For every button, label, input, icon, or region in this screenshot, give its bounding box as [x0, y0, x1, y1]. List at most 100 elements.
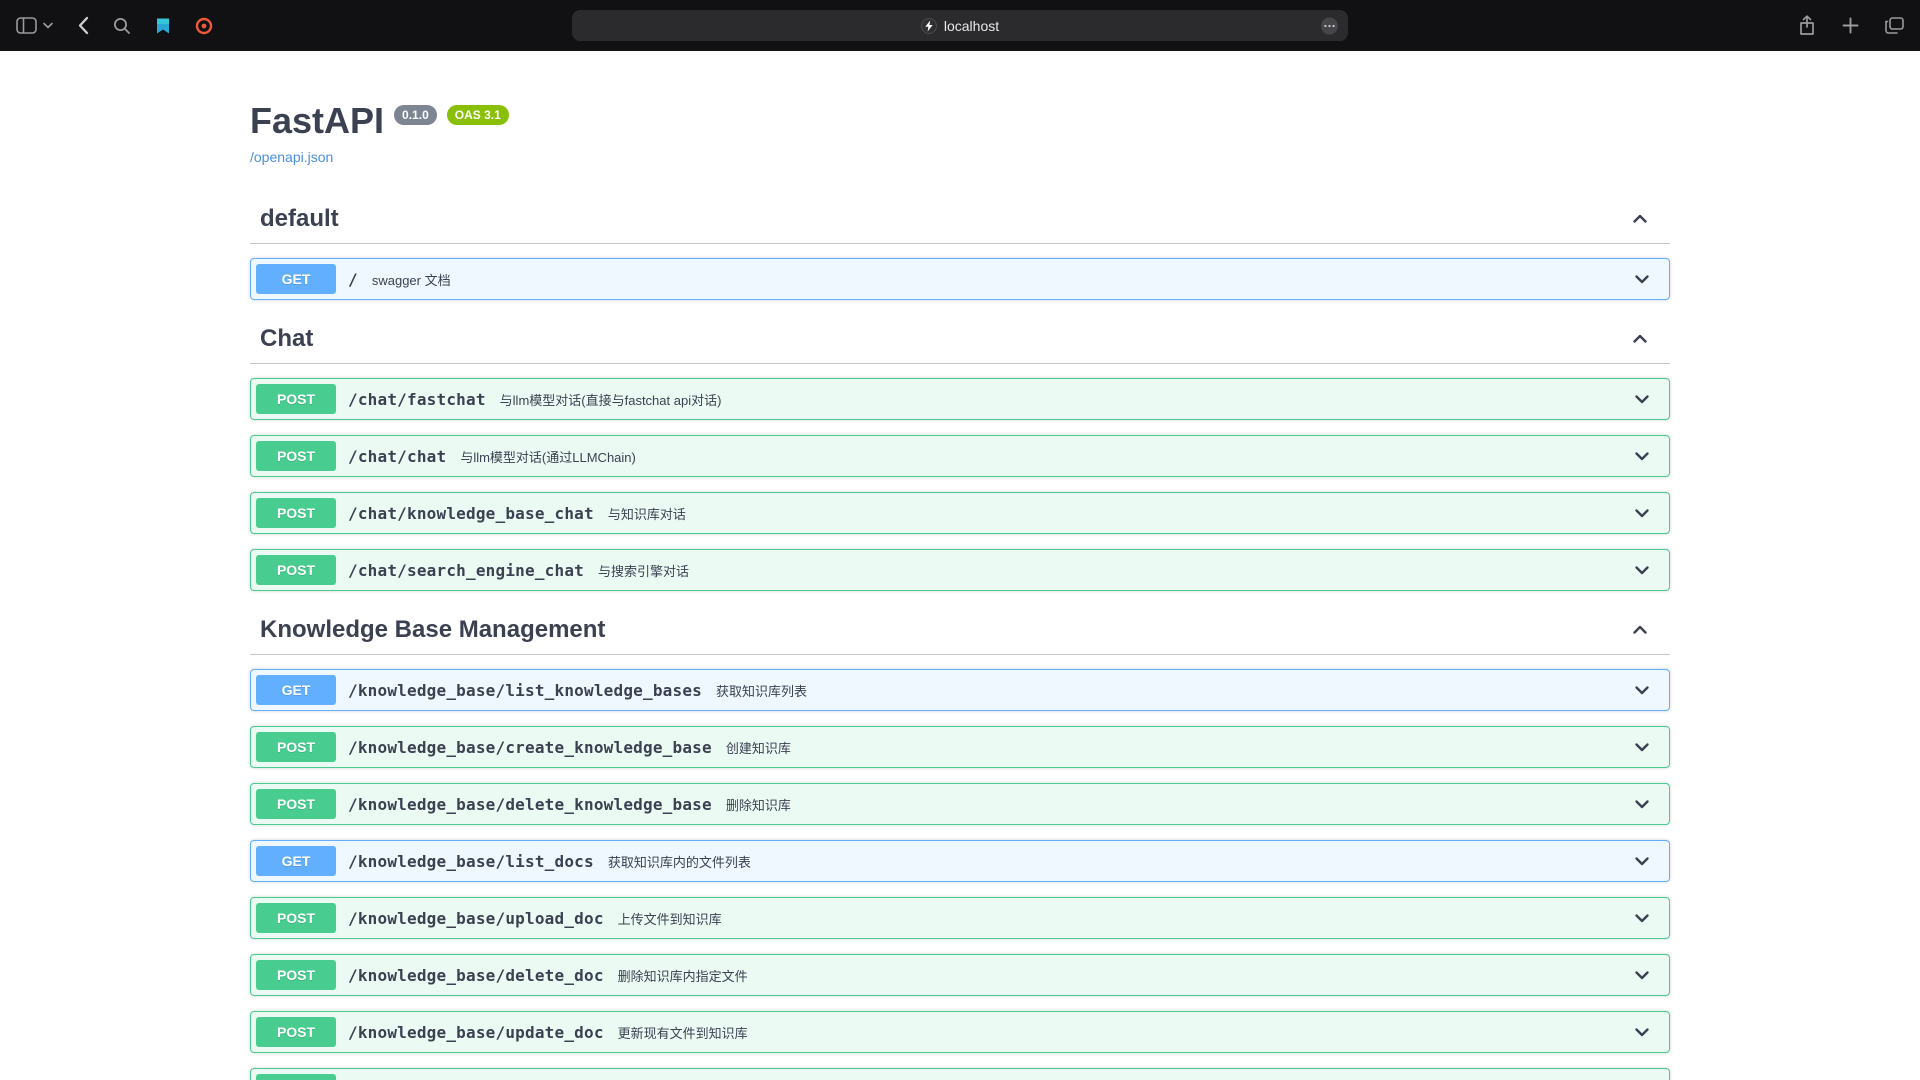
endpoint-row[interactable]: POST /knowledge_base/delete_doc 删除知识库内指定…	[250, 954, 1670, 996]
share-icon	[1798, 15, 1816, 36]
browser-toolbar: localhost	[0, 0, 1920, 51]
endpoint-row[interactable]: GET /knowledge_base/list_knowledge_bases…	[250, 669, 1670, 711]
method-badge: POST	[256, 960, 336, 990]
endpoint-description: 获取知识库列表	[712, 681, 1632, 700]
share-button[interactable]	[1798, 15, 1816, 36]
tab-overview-button[interactable]	[1885, 17, 1904, 34]
endpoint-path: /knowledge_base/delete_knowledge_base	[336, 795, 722, 814]
expand-chevron-down-icon[interactable]	[1632, 965, 1652, 985]
method-badge: POST	[256, 903, 336, 933]
method-badge: POST	[256, 1074, 336, 1080]
endpoint-description: 与llm模型对话(直接与fastchat api对话)	[496, 390, 1632, 409]
sidebar-menu-button[interactable]	[43, 22, 53, 29]
api-section: default GET / swagger 文档	[250, 195, 1670, 300]
method-badge: POST	[256, 789, 336, 819]
page-settings-button[interactable]	[1320, 16, 1339, 35]
endpoint-row[interactable]: POST /knowledge_base/create_knowledge_ba…	[250, 726, 1670, 768]
endpoint-row[interactable]: POST /chat/chat 与llm模型对话(通过LLMChain)	[250, 435, 1670, 477]
search-icon	[113, 17, 131, 35]
expand-chevron-down-icon[interactable]	[1632, 389, 1652, 409]
expand-chevron-down-icon[interactable]	[1632, 851, 1652, 871]
endpoint-path: /chat/chat	[336, 447, 456, 466]
endpoint-description: 删除知识库内指定文件	[614, 966, 1632, 985]
method-badge: GET	[256, 675, 336, 705]
expand-chevron-down-icon[interactable]	[1632, 269, 1652, 289]
method-badge: POST	[256, 384, 336, 414]
version-badge: 0.1.0	[394, 105, 437, 125]
extension-blue-icon	[155, 17, 171, 35]
extension-orange-icon	[195, 17, 213, 35]
expand-chevron-down-icon[interactable]	[1632, 1022, 1652, 1042]
sidebar-toggle-button[interactable]	[16, 17, 37, 34]
site-favicon	[921, 18, 937, 34]
oas-badge: OAS 3.1	[447, 105, 509, 125]
section-header[interactable]: Knowledge Base Management	[250, 606, 1670, 655]
expand-chevron-down-icon[interactable]	[1632, 737, 1652, 757]
method-badge: GET	[256, 264, 336, 294]
openapi-json-link[interactable]: /openapi.json	[250, 149, 333, 165]
endpoint-description: 与搜索引擎对话	[594, 561, 1632, 580]
endpoint-path: /knowledge_base/delete_doc	[336, 966, 614, 985]
endpoint-path: /knowledge_base/create_knowledge_base	[336, 738, 722, 757]
expand-chevron-down-icon[interactable]	[1632, 446, 1652, 466]
endpoint-path: /chat/fastchat	[336, 390, 496, 409]
endpoint-row[interactable]: POST /knowledge_base/update_doc 更新现有文件到知…	[250, 1011, 1670, 1053]
swagger-page: FastAPI 0.1.0 OAS 3.1 /openapi.json defa…	[0, 51, 1920, 1080]
expand-chevron-down-icon[interactable]	[1632, 503, 1652, 523]
section-header[interactable]: default	[250, 195, 1670, 244]
endpoint-description: swagger 文档	[368, 270, 1632, 289]
method-badge: POST	[256, 1017, 336, 1047]
api-section: Chat POST /chat/fastchat 与llm模型对话(直接与fas…	[250, 315, 1670, 591]
tabs-icon	[1885, 17, 1904, 34]
api-sections: default GET / swagger 文档 Chat POST /chat…	[250, 195, 1670, 1080]
section-title: Chat	[260, 325, 313, 353]
endpoint-path: /knowledge_base/update_doc	[336, 1023, 614, 1042]
endpoint-row[interactable]: POST /chat/search_engine_chat 与搜索引擎对话	[250, 549, 1670, 591]
extension-blue-button[interactable]	[155, 17, 171, 35]
section-operations: GET /knowledge_base/list_knowledge_bases…	[250, 655, 1670, 1080]
api-section: Knowledge Base Management GET /knowledge…	[250, 606, 1670, 1080]
collapse-chevron-up-icon[interactable]	[1630, 329, 1650, 349]
endpoint-row[interactable]: POST /chat/knowledge_base_chat 与知识库对话	[250, 492, 1670, 534]
endpoint-row[interactable]: POST /chat/fastchat 与llm模型对话(直接与fastchat…	[250, 378, 1670, 420]
expand-chevron-down-icon[interactable]	[1632, 680, 1652, 700]
endpoint-path: /chat/search_engine_chat	[336, 561, 594, 580]
api-title-text: FastAPI	[250, 103, 384, 139]
collapse-chevron-up-icon[interactable]	[1630, 209, 1650, 229]
method-badge: POST	[256, 732, 336, 762]
section-operations: GET / swagger 文档	[250, 244, 1670, 300]
section-title: default	[260, 205, 339, 233]
new-tab-button[interactable]	[1842, 17, 1859, 34]
back-button[interactable]	[77, 16, 89, 35]
method-badge: POST	[256, 498, 336, 528]
endpoint-description: 更新现有文件到知识库	[614, 1023, 1632, 1042]
endpoint-path: /knowledge_base/list_docs	[336, 852, 604, 871]
section-header[interactable]: Chat	[250, 315, 1670, 364]
endpoint-row[interactable]: GET /knowledge_base/list_docs 获取知识库内的文件列…	[250, 840, 1670, 882]
search-button[interactable]	[113, 17, 131, 35]
address-bar[interactable]: localhost	[572, 10, 1348, 41]
endpoint-description: 获取知识库内的文件列表	[604, 852, 1632, 871]
expand-chevron-down-icon[interactable]	[1632, 794, 1652, 814]
endpoint-row[interactable]: POST /knowledge_base/delete_knowledge_ba…	[250, 783, 1670, 825]
ellipsis-circle-icon	[1320, 16, 1339, 35]
endpoint-description: 与知识库对话	[604, 504, 1632, 523]
endpoint-description: 创建知识库	[722, 738, 1632, 757]
endpoint-path: /knowledge_base/upload_doc	[336, 909, 614, 928]
back-arrow-icon	[77, 16, 89, 35]
extension-orange-button[interactable]	[195, 17, 213, 35]
endpoint-row[interactable]: POST /knowledge_base/recreate_vector_sto…	[250, 1068, 1670, 1080]
collapse-chevron-up-icon[interactable]	[1630, 620, 1650, 640]
endpoint-row[interactable]: GET / swagger 文档	[250, 258, 1670, 300]
endpoint-description: 上传文件到知识库	[614, 909, 1632, 928]
url-text: localhost	[944, 18, 999, 34]
method-badge: POST	[256, 441, 336, 471]
expand-chevron-down-icon[interactable]	[1632, 560, 1652, 580]
endpoint-row[interactable]: POST /knowledge_base/upload_doc 上传文件到知识库	[250, 897, 1670, 939]
endpoint-path: /chat/knowledge_base_chat	[336, 504, 604, 523]
endpoint-path: /	[336, 270, 368, 289]
method-badge: GET	[256, 846, 336, 876]
endpoint-path: /knowledge_base/list_knowledge_bases	[336, 681, 712, 700]
expand-chevron-down-icon[interactable]	[1632, 908, 1652, 928]
chevron-down-icon	[43, 22, 53, 29]
